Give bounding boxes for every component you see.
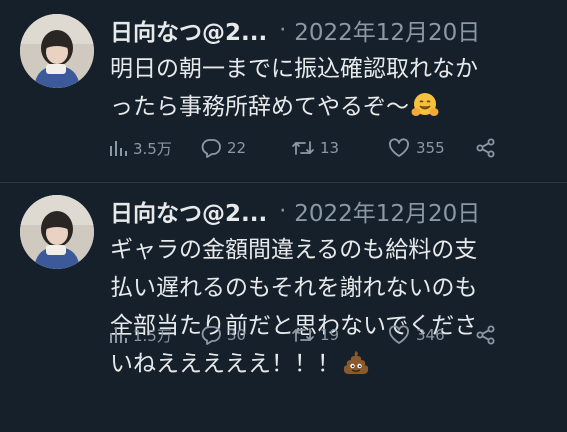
like-button[interactable]: 346 [387,321,445,349]
like-button[interactable]: 355 [387,134,445,162]
tweet-date[interactable]: 2022年12月20日 [294,194,480,228]
views-count: 3.5万 [133,139,172,158]
avatar[interactable] [20,195,94,269]
hugging-face-emoji-icon [411,91,439,131]
separator-dot: · [279,17,287,43]
retweet-arrows-icon [292,328,314,342]
like-count: 346 [416,326,445,344]
speech-bubble-icon [201,139,221,158]
share-icon [476,325,495,345]
separator-dot: · [279,198,287,224]
views-count: 1.5万 [133,326,172,345]
pile-of-poo-emoji-icon [342,348,370,388]
retweet-button[interactable]: 13 [291,134,339,162]
author-name[interactable]: 日向なつ@2... [110,13,267,47]
tweet-text: 明日の朝一までに振込確認取れなか ったら事務所辞めてやるぞ〜 [110,50,550,131]
tweet-header: 日向なつ@2... · 2022年12月20日 [110,10,480,50]
retweet-count: 13 [320,139,340,157]
tweet-text-line: いねえええええ！！！ [110,351,340,377]
bar-chart-icon [110,141,127,156]
views-button[interactable]: 3.5万 [108,134,172,162]
tweet-text-line: ギャラの金額間違えるのも給料の支 [110,237,478,263]
tweet-actions: 1.5万 30 19 346 [104,321,524,349]
author-name[interactable]: 日向なつ@2... [110,194,267,228]
tweet-text-line: ったら事務所辞めてやるぞ〜 [110,94,409,120]
reply-count: 22 [227,139,247,157]
like-count: 355 [416,139,445,157]
retweet-arrows-icon [292,141,314,155]
heart-icon [389,138,409,157]
tweet-text-line-with-emoji: いねえええええ！！！ [110,345,550,388]
bar-chart-icon [110,328,127,343]
share-icon [476,138,495,158]
views-button[interactable]: 1.5万 [108,321,172,349]
avatar[interactable] [20,14,94,88]
tweet[interactable]: 日向なつ@2... · 2022年12月20日 明日の朝一までに振込確認取れなか… [0,0,567,181]
speech-bubble-icon [201,326,221,345]
tweet-header: 日向なつ@2... · 2022年12月20日 [110,191,480,231]
tweet-text-line-with-emoji: ったら事務所辞めてやるぞ〜 [110,88,550,131]
share-button[interactable] [475,134,502,162]
reply-button[interactable]: 30 [200,321,246,349]
heart-icon [389,325,409,344]
reply-button[interactable]: 22 [200,134,246,162]
reply-count: 30 [227,326,247,344]
tweet-feed: 日向なつ@2... · 2022年12月20日 明日の朝一までに振込確認取れなか… [0,0,567,432]
tweet-text: ギャラの金額間違えるのも給料の支 払い遅れるのもそれを謝れないのも 全部当たり前… [110,231,550,388]
tweet[interactable]: 日向なつ@2... · 2022年12月20日 ギャラの金額間違えるのも給料の支… [0,182,567,377]
tweet-text-line: 明日の朝一までに振込確認取れなか [110,56,478,82]
share-button[interactable] [475,321,502,349]
tweet-date[interactable]: 2022年12月20日 [294,13,480,47]
retweet-button[interactable]: 19 [291,321,339,349]
tweet-text-line: 払い遅れるのもそれを謝れないのも [110,275,478,301]
retweet-count: 19 [320,326,340,344]
tweet-actions: 3.5万 22 13 355 [104,134,524,162]
